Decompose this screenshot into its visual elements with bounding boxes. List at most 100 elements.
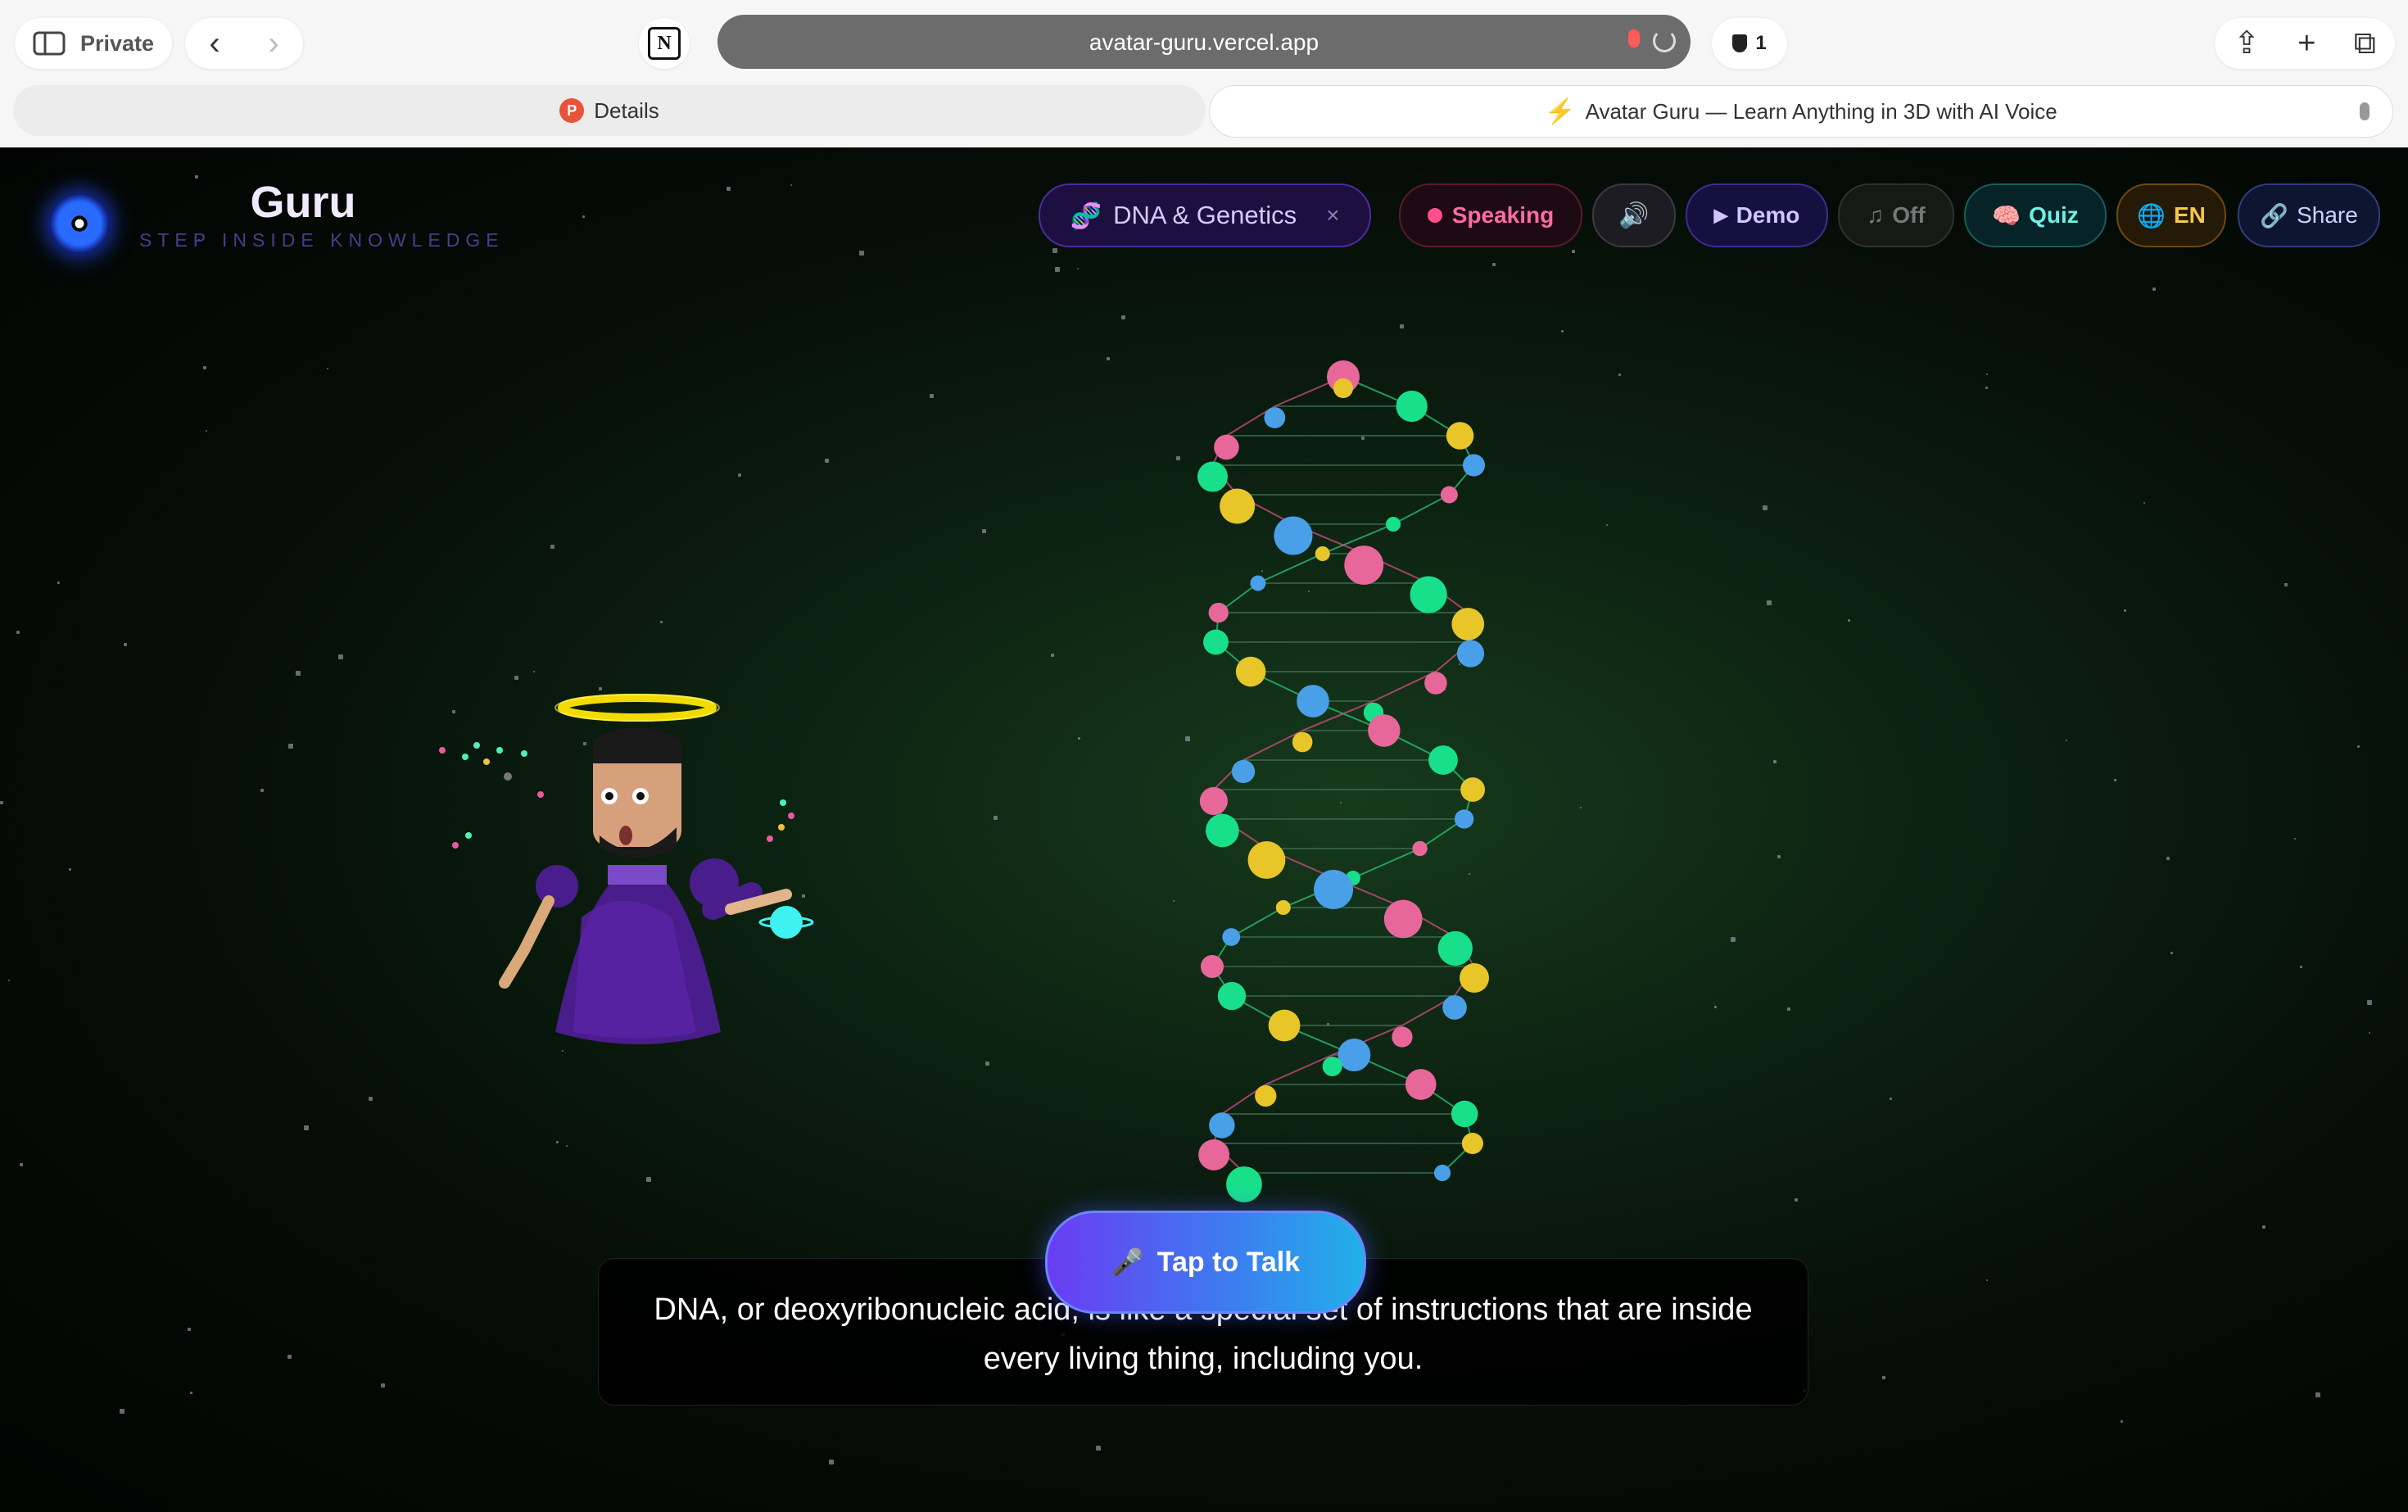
dna-nucleotide	[1250, 575, 1266, 591]
star	[829, 1460, 834, 1464]
dna-nucleotide	[1462, 454, 1486, 477]
dna-nucleotide	[1392, 1026, 1413, 1048]
dna-nucleotide	[1456, 640, 1485, 668]
star	[2357, 745, 2360, 748]
dna-nucleotide	[1322, 1056, 1342, 1077]
share-icon[interactable]: ⇪	[2234, 28, 2260, 59]
star	[8, 980, 10, 981]
speaker-button[interactable]: 🔊	[1592, 183, 1676, 247]
dna-nucleotide	[1396, 390, 1428, 423]
tab-overview-icon[interactable]: ⧉	[2354, 28, 2376, 59]
browser-chrome: Private ‹ › N avatar-guru.vercel.app 1 ⇪…	[0, 0, 2408, 147]
tab-avatar-guru[interactable]: ⚡ Avatar Guru — Learn Anything in 3D wit…	[1209, 85, 2393, 138]
privacy-report-button[interactable]: 1	[1712, 18, 1787, 69]
dna-nucleotide	[1199, 786, 1228, 816]
star	[120, 1409, 124, 1414]
tap-to-talk-button[interactable]: 🎤 Tap to Talk	[1045, 1211, 1366, 1314]
star	[1773, 760, 1777, 763]
star	[738, 473, 741, 477]
play-icon: ▶	[1713, 205, 1728, 225]
star	[825, 459, 829, 463]
star	[1492, 263, 1496, 266]
navigation-buttons: ‹ ›	[185, 18, 303, 69]
address-bar[interactable]: avatar-guru.vercel.app	[717, 15, 1691, 69]
language-button[interactable]: 🌐 EN	[2116, 183, 2226, 247]
dna-nucleotide	[1433, 1164, 1451, 1182]
star	[1787, 1007, 1790, 1011]
app-name: Guru	[250, 178, 356, 227]
sidebar-toggle-button[interactable]: Private	[15, 18, 172, 69]
dna-nucleotide	[1368, 714, 1401, 747]
dna-nucleotide	[1275, 900, 1291, 915]
star	[57, 582, 60, 584]
bolt-icon: ⚡	[1545, 97, 1576, 125]
dna-nucleotide	[1209, 1112, 1235, 1139]
private-label: Private	[80, 30, 155, 56]
dna-nucleotide	[1410, 576, 1447, 613]
star	[2143, 502, 2145, 504]
dna-nucleotide	[1235, 656, 1266, 687]
demo-button[interactable]: ▶ Demo	[1686, 183, 1828, 247]
star	[660, 621, 663, 623]
shield-icon	[1732, 34, 1748, 52]
dna-nucleotide	[1214, 434, 1239, 460]
dna-helix-model[interactable]	[1114, 344, 1573, 1245]
star	[2166, 857, 2170, 860]
reload-icon[interactable]	[1653, 29, 1676, 52]
star	[930, 394, 934, 398]
music-note-icon: ♫	[1867, 202, 1885, 228]
app-canvas[interactable]: Guru STEP INSIDE KNOWLEDGE 🧬 DNA & Genet…	[0, 147, 2408, 1512]
star	[288, 744, 293, 749]
recording-dot-icon	[1427, 208, 1442, 223]
dna-nucleotide	[1454, 809, 1474, 829]
star	[1618, 373, 1621, 376]
music-toggle-button[interactable]: ♫ Off	[1838, 183, 1954, 247]
star	[1848, 619, 1850, 622]
quiz-button[interactable]: 🧠 Quiz	[1964, 183, 2107, 247]
star	[203, 366, 206, 369]
dna-nucleotide	[1344, 545, 1384, 585]
star	[1767, 600, 1772, 605]
star	[16, 631, 20, 634]
topic-label: DNA & Genetics	[1113, 201, 1297, 229]
star	[994, 816, 998, 820]
forward-icon[interactable]: ›	[268, 27, 278, 60]
dna-nucleotide	[1428, 745, 1458, 775]
back-icon[interactable]: ‹	[209, 27, 220, 60]
topic-pill[interactable]: 🧬 DNA & Genetics ×	[1039, 183, 1371, 247]
star	[1714, 1006, 1717, 1008]
url-text: avatar-guru.vercel.app	[1089, 29, 1319, 55]
new-tab-icon[interactable]: +	[2297, 28, 2315, 59]
tab-details[interactable]: P Details	[13, 85, 1206, 136]
guru-avatar[interactable]	[426, 672, 852, 1196]
dna-nucleotide	[1264, 407, 1286, 428]
dna-nucleotide	[1442, 995, 1467, 1020]
star	[550, 545, 554, 549]
mic-active-icon[interactable]	[1628, 29, 1640, 48]
star	[124, 643, 127, 646]
star	[2114, 779, 2116, 781]
app-tagline: STEP INSIDE KNOWLEDGE	[139, 229, 505, 251]
star	[1731, 937, 1736, 942]
dna-nucleotide	[1297, 685, 1329, 718]
star	[1400, 324, 1404, 328]
notion-extension-button[interactable]: N	[639, 18, 690, 69]
dna-nucleotide	[1460, 963, 1489, 993]
tab-title: Details	[594, 97, 659, 123]
dna-nucleotide	[1222, 928, 1241, 946]
dna-nucleotide	[1440, 486, 1458, 504]
notion-icon: N	[648, 27, 681, 60]
close-topic-icon[interactable]: ×	[1326, 202, 1339, 229]
star	[188, 1328, 191, 1331]
star	[2121, 1420, 2123, 1423]
speaking-status-button[interactable]: Speaking	[1399, 183, 1582, 247]
tab-strip: P Details ⚡ Avatar Guru — Learn Anything…	[13, 85, 2393, 138]
star	[1580, 807, 1582, 808]
quiz-label: Quiz	[2029, 202, 2079, 228]
star	[69, 868, 71, 871]
star	[206, 430, 207, 432]
share-button[interactable]: 🔗 Share	[2238, 183, 2380, 247]
dna-nucleotide	[1226, 1166, 1262, 1202]
star	[1561, 330, 1564, 333]
star	[1986, 373, 1988, 375]
